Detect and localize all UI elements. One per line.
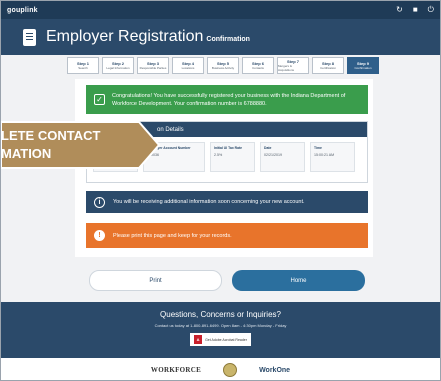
detail-label: Initial UI Tax Rate: [214, 146, 243, 150]
step-progress: Step 1 Search Step 2 Legal Information Ste…: [67, 57, 379, 74]
pdf-icon: A: [194, 335, 203, 344]
footer-title: Questions, Concerns or Inquiries?: [160, 310, 281, 319]
step-label: Responsible Parties: [139, 66, 167, 70]
warning-message: Please print this page and keep for your…: [113, 232, 232, 239]
detail-card-time: Time 15:00:21 AM: [310, 142, 355, 172]
step-callout-banner: LETE CONTACT MATION: [1, 119, 163, 171]
info-icon: i: [94, 196, 105, 208]
step-label: Contacts: [252, 66, 264, 70]
document-icon: [23, 28, 36, 46]
detail-value: 15:00:21 AM: [314, 153, 335, 157]
dwd-logo: WORKFORCE: [150, 366, 202, 374]
step-label: Search: [78, 66, 88, 70]
adobe-reader-link[interactable]: A Get Adobe Acrobat Reader: [190, 333, 251, 346]
page-footer: Questions, Concerns or Inquiries? Contac…: [1, 302, 440, 358]
detail-value: 02/21/2019: [264, 153, 282, 157]
step-6[interactable]: Step 6 Contacts: [242, 57, 274, 74]
step-5[interactable]: Step 5 Business Activity: [207, 57, 239, 74]
step-label: Confirmation: [354, 66, 372, 70]
briefcase-icon[interactable]: ■: [413, 6, 418, 14]
footer-contact: Contact us today at 1-800-891-6499. Open…: [154, 323, 287, 328]
state-seal-icon: [223, 363, 238, 377]
step-8[interactable]: Step 8 Certification: [312, 57, 344, 74]
app-logo: gouplink: [7, 6, 38, 14]
callout-line-1: LETE CONTACT: [1, 128, 101, 143]
detail-card-tax-rate: Initial UI Tax Rate 2.5%: [210, 142, 255, 172]
page-header: Employer Registration Confirmation: [1, 19, 440, 55]
top-bar-actions: ↻ ■ ⏻: [396, 6, 434, 14]
success-alert: ✓ Congratulations! You have successfully…: [86, 85, 368, 114]
page-title: Employer Registration: [46, 28, 204, 45]
detail-value: 2.5%: [214, 153, 223, 157]
partner-logos: WORKFORCE WorkOne: [1, 358, 440, 380]
step-1[interactable]: Step 1 Search: [67, 57, 99, 74]
print-button[interactable]: Print: [89, 270, 222, 291]
detail-label: Time: [314, 146, 322, 150]
exclamation-icon: !: [94, 230, 105, 241]
step-3[interactable]: Step 3 Responsible Parties: [137, 57, 169, 74]
warning-alert: ! Please print this page and keep for yo…: [86, 223, 368, 248]
page-subtitle: Confirmation: [206, 36, 250, 43]
step-label: Certification: [320, 66, 336, 70]
step-9[interactable]: Step 9 Confirmation: [347, 57, 379, 74]
callout-text: LETE CONTACT MATION: [1, 127, 100, 163]
power-icon[interactable]: ⏻: [428, 6, 434, 14]
top-bar: gouplink ↻ ■ ⏻: [1, 1, 440, 19]
step-label: Legal Information: [106, 66, 130, 70]
success-message: Congratulations! You have successfully r…: [112, 92, 346, 107]
info-alert: i You will be receiving additional infor…: [86, 191, 368, 213]
step-4[interactable]: Step 4 Locations: [172, 57, 204, 74]
checkbox-icon: ✓: [94, 94, 105, 105]
info-message: You will be receiving additional informa…: [113, 199, 305, 205]
detail-label: Date: [264, 146, 272, 150]
home-button[interactable]: Home: [232, 270, 365, 291]
detail-card-date: Date 02/21/2019: [260, 142, 305, 172]
refresh-icon[interactable]: ↻: [396, 6, 403, 14]
callout-line-2: MATION: [1, 146, 52, 161]
app-frame: gouplink ↻ ■ ⏻ Employer Registration Con…: [0, 0, 441, 381]
workone-logo: WorkOne: [259, 366, 291, 374]
step-label: Mergers & Acquisitions: [278, 64, 295, 72]
step-label: Locations: [181, 66, 195, 70]
adobe-reader-label: Get Adobe Acrobat Reader: [205, 337, 247, 342]
step-label: Business Activity: [211, 66, 235, 70]
step-7[interactable]: Step 7 Mergers & Acquisitions: [277, 57, 309, 74]
step-2[interactable]: Step 2 Legal Information: [102, 57, 134, 74]
